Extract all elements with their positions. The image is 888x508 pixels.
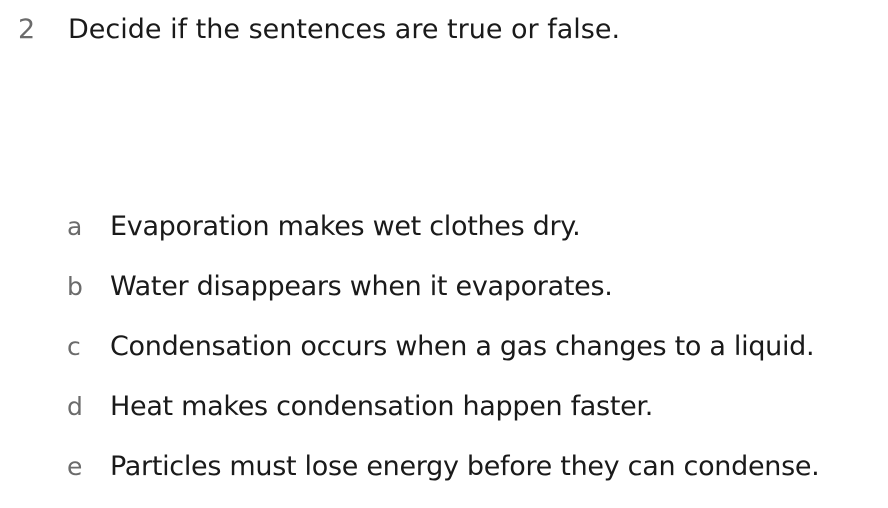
statement-text: Evaporation makes wet clothes dry. — [110, 211, 581, 242]
question-number: 2 — [18, 14, 36, 45]
statement-letter: b — [67, 272, 83, 301]
statement-item-e: e Particles must lose energy before they… — [0, 448, 888, 508]
statement-text: Water disappears when it evaporates. — [110, 271, 613, 302]
statement-text: Condensation occurs when a gas changes t… — [110, 331, 815, 362]
question-prompt: Decide if the sentences are true or fals… — [68, 14, 621, 45]
statement-text: Particles must lose energy before they c… — [110, 451, 820, 482]
statement-item-d: d Heat makes condensation happen faster. — [0, 388, 888, 448]
statement-letter: e — [67, 452, 83, 481]
statement-list: a Evaporation makes wet clothes dry. b W… — [0, 208, 888, 508]
statement-letter: c — [67, 332, 81, 361]
statement-letter: d — [67, 392, 83, 421]
statement-item-c: c Condensation occurs when a gas changes… — [0, 328, 888, 388]
statement-text: Heat makes condensation happen faster. — [110, 391, 654, 422]
statement-letter: a — [67, 212, 83, 241]
statement-item-b: b Water disappears when it evaporates. — [0, 268, 888, 328]
statement-item-a: a Evaporation makes wet clothes dry. — [0, 208, 888, 268]
